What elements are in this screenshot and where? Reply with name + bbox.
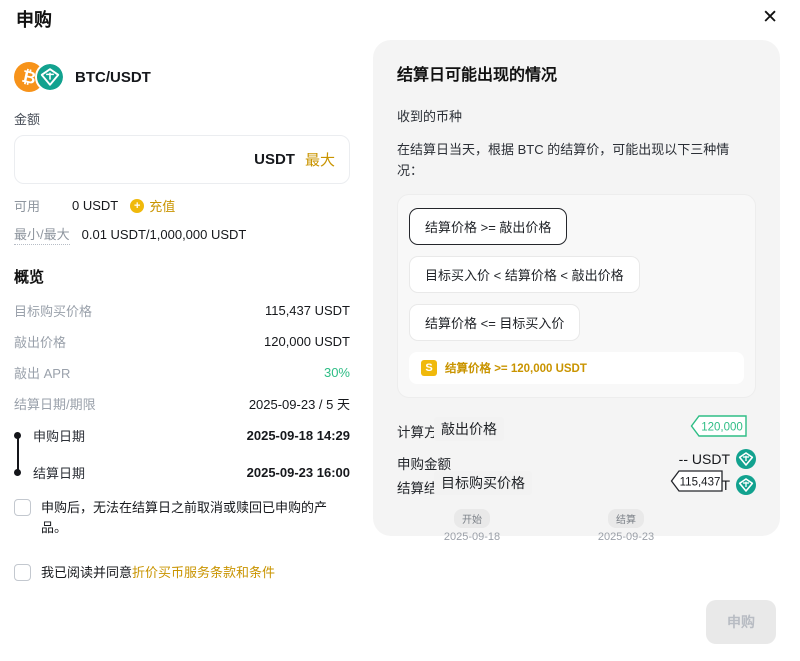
row-value: 2025-09-18 14:29 [247,428,350,443]
row-value: 115,437 USDT [265,303,350,318]
terms-link[interactable]: 折价买币服务条款和条件 [132,565,275,580]
terms-checkbox[interactable] [14,564,31,581]
minmax-value: 0.01 USDT/1,000,000 USDT [82,227,247,242]
overview-row-knockout-price: 敲出价格 120,000 USDT [14,330,350,352]
scenario-option-2[interactable]: 目标买入价 < 结算价格 < 敲出价格 [409,256,640,293]
usdt-icon [35,62,65,92]
timeline-dot [14,432,21,439]
terms-text: 我已阅读并同意折价买币服务条款和条件 [41,563,275,583]
subscribe-form: ₿ BTC/USDT 金额 USDT 最大 可用 0 USDT + 充 [14,62,350,583]
settle-date: 2025-09-23 [571,531,681,543]
minmax-row: 最小/最大 0.01 USDT/1,000,000 USDT [14,224,350,245]
target-price-tag: 115,437 [670,470,724,492]
scenario-highlight: S 结算价格 >= 120,000 USDT [409,352,744,384]
row-value: 120,000 USDT [264,334,350,349]
subscribe-modal: 申购 ✕ ₿ BTC/USDT 金额 USDT 最大 [0,0,800,661]
terms-prefix: 我已阅读并同意 [41,565,132,580]
svg-text:115,437: 115,437 [680,477,721,489]
overview-row-target-price: 目标购买价格 115,437 USDT [14,299,350,321]
calc-method-label: 计算方 [397,421,438,441]
scenarios-heading: 结算日可能出现的情况 [397,61,756,85]
scenario-option-1[interactable]: 结算价格 >= 敲出价格 [409,208,567,245]
amount-input-box: USDT 最大 [14,135,350,184]
row-label: 结算日期/期限 [14,394,96,413]
date-timeline: 申购日期 2025-09-18 14:29 结算日期 2025-09-23 16… [14,424,350,483]
scenario-highlight-text: 结算价格 >= 120,000 USDT [445,360,587,376]
row-label: 目标购买价格 [14,301,92,320]
pair-icons: ₿ [14,62,65,92]
subscribe-amount-value: -- USDT [679,451,730,467]
usdt-icon [736,449,756,469]
available-label: 可用 [14,196,72,215]
knockout-price-overlay-label: 敲出价格 [434,417,504,441]
subscribe-amount-value-row: -- USDT [679,449,756,469]
scenario-details: 计算方 120,000 敲出价格 申购金额 -- USDT 结算结 -- USD… [397,415,756,507]
amount-input[interactable] [29,151,254,168]
settle-badge: 结算 [608,509,644,528]
settlement-badge-icon: S [421,360,437,376]
target-price-overlay-label: 目标购买价格 [434,471,532,495]
scenarios-description: 在结算日当天，根据 BTC 的结算价，可能出现以下三种情况： [397,139,749,181]
scenario-option-3[interactable]: 结算价格 <= 目标买入价 [409,304,580,341]
usdt-icon [736,475,756,495]
no-cancel-checkbox[interactable] [14,499,31,516]
close-icon[interactable]: ✕ [762,6,778,30]
row-value: 2025-09-23 / 5 天 [249,394,350,413]
timeline-settle: 结算 2025-09-23 [571,509,681,543]
minmax-label: 最小/最大 [14,224,70,245]
svg-text:120,000: 120,000 [701,422,743,434]
plus-icon: + [130,199,144,213]
topup-button[interactable]: + 充值 [130,196,175,215]
no-cancel-text: 申购后，无法在结算日之前取消或赎回已申购的产品。 [41,498,350,538]
overview-heading: 概览 [14,266,350,287]
row-label: 申购日期 [33,426,85,445]
row-label: 敲出 APR [14,363,70,382]
scenario-card: 结算价格 >= 敲出价格 目标买入价 < 结算价格 < 敲出价格 结算价格 <=… [397,194,756,398]
available-value: 0 USDT [72,198,118,213]
row-label: 结算日期 [33,463,85,482]
max-button[interactable]: 最大 [305,149,335,170]
available-row: 可用 0 USDT + 充值 [14,196,350,215]
topup-label: 充值 [149,196,175,215]
timeline-dot [14,469,21,476]
settlement-result-label: 结算结 [397,477,438,497]
amount-unit: USDT [254,151,295,168]
timeline-row-subscribe-date: 申购日期 2025-09-18 14:29 [14,424,350,446]
overview-row-apr: 敲出 APR 30% [14,361,350,383]
start-badge: 开始 [454,509,490,528]
row-value: 2025-09-23 16:00 [247,465,350,480]
start-date: 2025-09-18 [417,531,527,543]
apr-value: 30% [324,365,350,380]
amount-label: 金额 [14,109,350,128]
timeline-start: 开始 2025-09-18 [417,509,527,543]
overview-row-settle-term: 结算日期/期限 2025-09-23 / 5 天 [14,392,350,414]
agreement-row-1: 申购后，无法在结算日之前取消或赎回已申购的产品。 [14,498,350,538]
subscribe-amount-label: 申购金额 [397,453,451,473]
page-title: 申购 [16,6,52,32]
pair-row: ₿ BTC/USDT [14,62,350,92]
overview-rows: 目标购买价格 115,437 USDT 敲出价格 120,000 USDT 敲出… [14,299,350,414]
mini-timeline: 开始 2025-09-18 结算 2025-09-23 [397,509,756,545]
timeline-row-settle-date: 结算日期 2025-09-23 16:00 [14,461,350,483]
knockout-price-tag: 120,000 [690,415,748,437]
agreement-row-2: 我已阅读并同意折价买币服务条款和条件 [14,563,350,583]
settlement-scenarios-panel: 结算日可能出现的情况 收到的币种 在结算日当天，根据 BTC 的结算价，可能出现… [373,40,780,536]
pair-name: BTC/USDT [75,69,151,86]
row-label: 敲出价格 [14,332,66,351]
received-coin-label: 收到的币种 [397,106,756,125]
subscribe-button[interactable]: 申购 [706,600,776,644]
